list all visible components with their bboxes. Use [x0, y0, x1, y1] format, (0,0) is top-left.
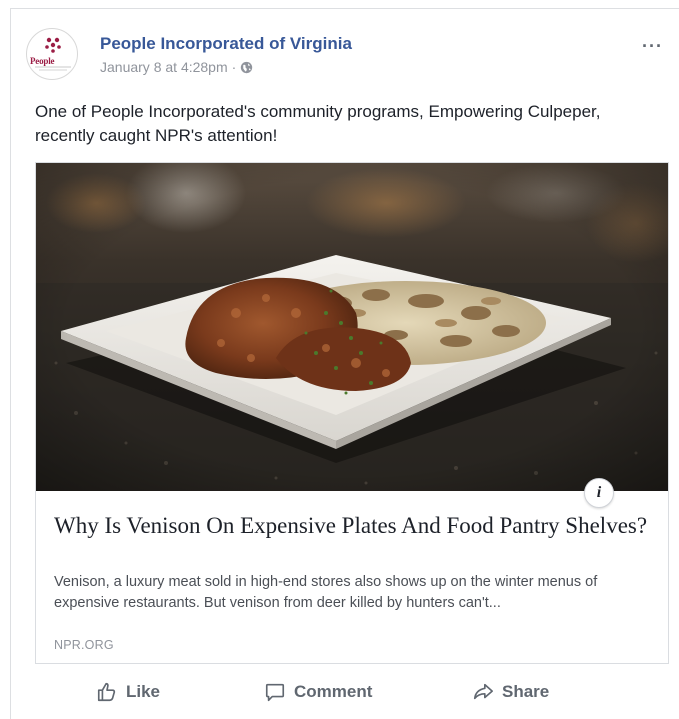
- like-button[interactable]: Like: [96, 672, 160, 712]
- comment-button[interactable]: Comment: [264, 672, 372, 712]
- like-icon: [97, 682, 116, 702]
- link-title[interactable]: Why Is Venison On Expensive Plates And F…: [54, 511, 654, 540]
- page-avatar[interactable]: People: [26, 28, 78, 80]
- share-icon: [473, 683, 493, 700]
- post-text: One of People Incorporated's community p…: [35, 102, 601, 145]
- share-label: Share: [502, 682, 550, 701]
- link-description: Venison, a luxury meat sold in high-end …: [54, 574, 598, 611]
- meta-separator: ·: [231, 59, 237, 75]
- link-domain: NPR.ORG: [54, 638, 114, 652]
- post-timestamp[interactable]: January 8 at 4:28pm: [100, 59, 228, 75]
- link-preview-image[interactable]: [36, 163, 668, 491]
- like-label: Like: [126, 682, 161, 701]
- post-header: People People Incorporated of Virginia J…: [26, 28, 666, 88]
- comment-label: Comment: [294, 682, 373, 701]
- more-options-button[interactable]: ···: [642, 36, 663, 57]
- info-icon[interactable]: i: [584, 478, 614, 508]
- logo-text: People: [30, 56, 55, 66]
- post-meta: January 8 at 4:28pm ·: [100, 59, 253, 75]
- link-preview-card[interactable]: Why Is Venison On Expensive Plates And F…: [35, 162, 669, 664]
- share-button[interactable]: Share: [472, 672, 549, 712]
- globe-icon: [241, 61, 253, 73]
- action-bar: Like Comment Share: [0, 672, 679, 712]
- comment-icon: [265, 683, 285, 702]
- page-name-link[interactable]: People Incorporated of Virginia: [100, 34, 352, 54]
- people-inc-logo-icon: [35, 37, 71, 71]
